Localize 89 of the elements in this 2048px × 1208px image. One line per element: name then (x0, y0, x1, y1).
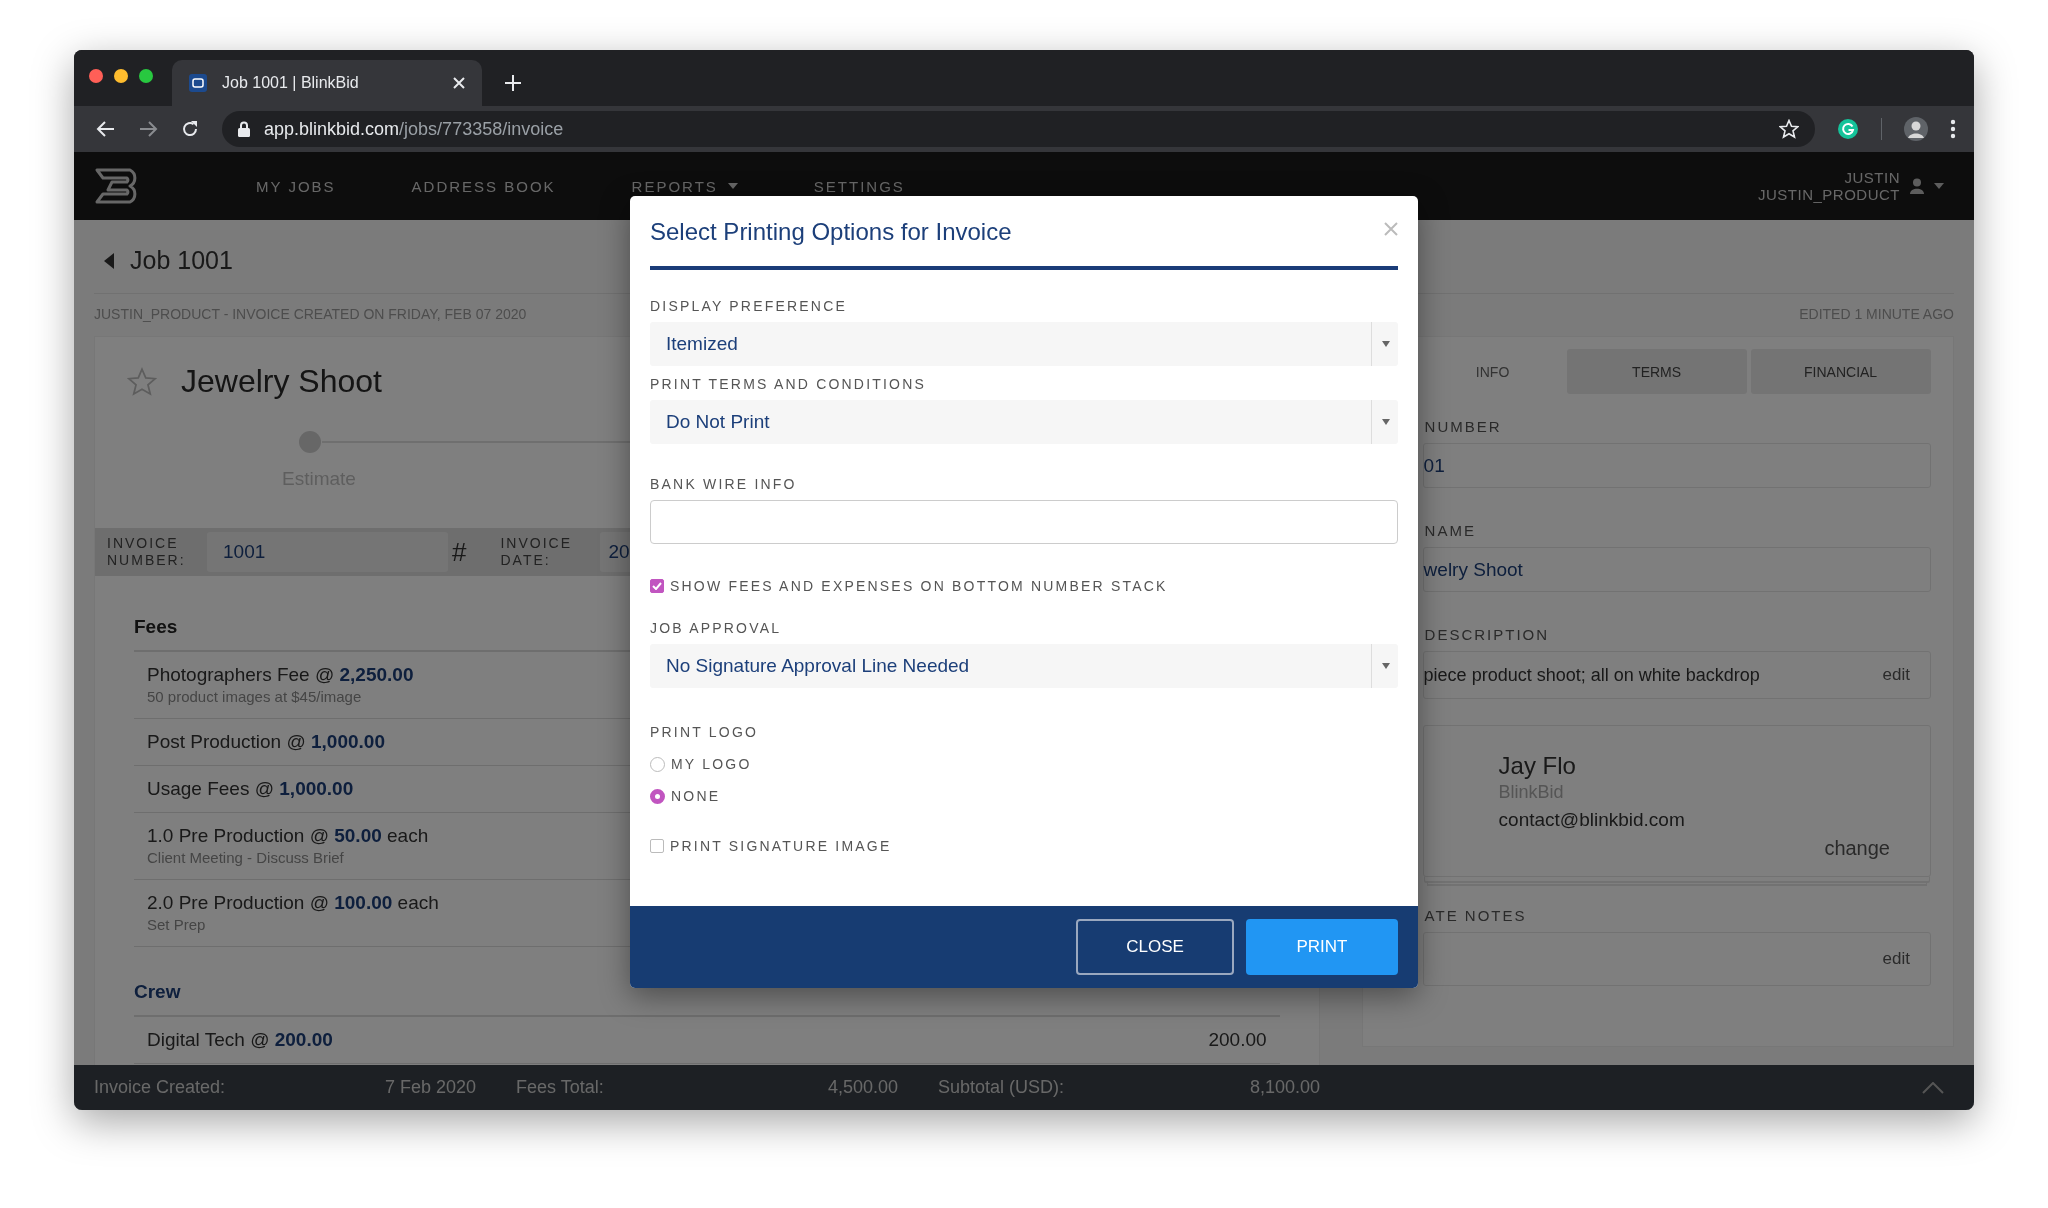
field-value: piece product shoot; all on white backdrop (1423, 664, 1761, 686)
change-link[interactable]: change (1824, 837, 1890, 860)
text-field[interactable]: piece product shoot; all on white backdrop edit (1422, 651, 1931, 699)
field-label: INVOICE DATE: (500, 535, 574, 569)
back-icon[interactable] (96, 119, 116, 139)
field-label: BANK WIRE INFO (650, 476, 798, 492)
text-field[interactable] (650, 500, 1398, 544)
footer-value: 7 Feb 2020 (383, 1077, 476, 1098)
job-title: Jewelry Shoot (181, 363, 382, 400)
field-label: NUMBER (1424, 418, 1503, 435)
edit-link[interactable]: edit (1882, 949, 1910, 969)
caret-down-icon (1382, 419, 1390, 425)
user-name[interactable]: JUSTIN (1844, 169, 1900, 186)
extension-icon[interactable] (1837, 118, 1859, 140)
nav-link[interactable]: MY JOBS (256, 177, 336, 195)
line-item-text: 1.0 Pre Production @ 50.00 each (147, 824, 429, 848)
line-item-text: Usage Fees @ 1,000.00 (147, 777, 354, 801)
favicon-icon (188, 73, 208, 93)
nav-link[interactable]: REPORTS (631, 177, 738, 195)
text-field[interactable]: 01 (1422, 443, 1931, 488)
nav-link[interactable]: ADDRESS BOOK (411, 177, 556, 195)
radio-label: MY LOGO (671, 756, 752, 772)
avatar-icon[interactable] (1904, 117, 1928, 141)
field-label: DISPLAY PREFERENCE (650, 298, 849, 314)
radio-label: NONE (671, 788, 721, 804)
contact-email: contact@blinkbid.com (1498, 809, 1686, 831)
new-tab-icon[interactable] (504, 74, 522, 92)
field-label: PRINT TERMS AND CONDITIONS (650, 376, 928, 392)
lock-icon (238, 121, 250, 137)
checkbox-label: PRINT SIGNATURE IMAGE (670, 838, 892, 854)
checkbox[interactable] (650, 839, 664, 853)
edit-link[interactable]: edit (1882, 665, 1910, 685)
line-item-text: Digital Tech @ 200.00 (147, 1028, 333, 1052)
line-item-text: Photographers Fee @ 2,250.00 (147, 663, 414, 687)
more-menu-icon[interactable] (1950, 119, 1956, 139)
line-item-amount: 200.00 (1208, 1029, 1267, 1051)
dropdown[interactable]: No Signature Approval Line Needed (650, 644, 1398, 688)
line-item-note: Client Meeting - Discuss Brief (147, 848, 344, 868)
address-bar[interactable]: app.blinkbid.com/jobs/773358/invoice (222, 111, 1815, 147)
hash-text: # (452, 536, 467, 568)
field-label: PRINT LOGO (650, 724, 760, 740)
field-label: ATE NOTES (1424, 907, 1528, 924)
notes-field[interactable]: edit (1422, 932, 1931, 986)
field-label: JOB APPROVAL (650, 620, 783, 636)
footer-label: Invoice Created: (94, 1077, 227, 1098)
footer-label: Fees Total: (516, 1077, 605, 1098)
line-item-note: 50 product images at $45/image (147, 687, 362, 707)
bookmark-star-icon[interactable] (1779, 119, 1799, 139)
nav-link[interactable]: SETTINGS (813, 177, 905, 195)
tab-title: Job 1001 | BlinkBid (222, 74, 360, 92)
invoice-number-field[interactable]: 1001 (207, 532, 448, 572)
tab[interactable]: FINANCIAL (1750, 349, 1931, 394)
checkbox[interactable] (650, 579, 664, 593)
footer-value: 8,100.00 (1248, 1077, 1320, 1098)
line-item-text: Post Production @ 1,000.00 (147, 730, 385, 754)
radio-button[interactable] (650, 788, 665, 804)
line-item-text: 2.0 Pre Production @ 100.00 each (147, 891, 439, 915)
dropdown[interactable]: Itemized (650, 322, 1398, 366)
tab[interactable]: TERMS (1566, 349, 1747, 394)
caret-down-icon[interactable] (1934, 183, 1944, 189)
url-text: app.blinkbid.com/jobs/773358/invoice (264, 118, 564, 140)
field-label: NAME (1424, 522, 1477, 539)
account-name[interactable]: JUSTIN_PRODUCT (1758, 186, 1900, 203)
window-controls-icon[interactable] (88, 68, 154, 84)
field-label: DESCRIPTION (1424, 626, 1551, 643)
line-item-note: Set Prep (147, 915, 206, 935)
caret-down-icon (1382, 341, 1390, 347)
text-field[interactable]: welry Shoot (1422, 547, 1931, 592)
field-value: 01 (1423, 454, 1445, 477)
reload-icon[interactable] (180, 119, 200, 139)
checkmark-icon (652, 582, 662, 590)
checkbox-label: SHOW FEES AND EXPENSES ON BOTTOM NUMBER STACK (670, 578, 1168, 594)
person-icon[interactable] (1910, 178, 1924, 194)
print-button[interactable]: PRINT (1246, 919, 1398, 975)
field-value: welry Shoot (1423, 558, 1523, 581)
star-icon[interactable] (127, 366, 157, 397)
dialog-title: Select Printing Options for Invoice (650, 218, 1012, 246)
close-button[interactable]: CLOSE (1076, 919, 1234, 975)
forward-icon[interactable] (138, 119, 158, 139)
contact-name: Jay Flo (1498, 752, 1577, 780)
caret-down-icon (1382, 663, 1390, 669)
footer-label: Subtotal (USD): (938, 1077, 1066, 1098)
footer-value: 4,500.00 (826, 1077, 898, 1098)
chevron-up-icon[interactable] (1922, 1081, 1944, 1094)
dropdown[interactable]: Do Not Print (650, 400, 1398, 444)
back-icon[interactable] (104, 252, 114, 269)
field-label: INVOICE NUMBER: (107, 535, 187, 569)
page-title: Job 1001 (130, 246, 233, 275)
browser-tab[interactable]: Job 1001 | BlinkBid (172, 60, 482, 106)
